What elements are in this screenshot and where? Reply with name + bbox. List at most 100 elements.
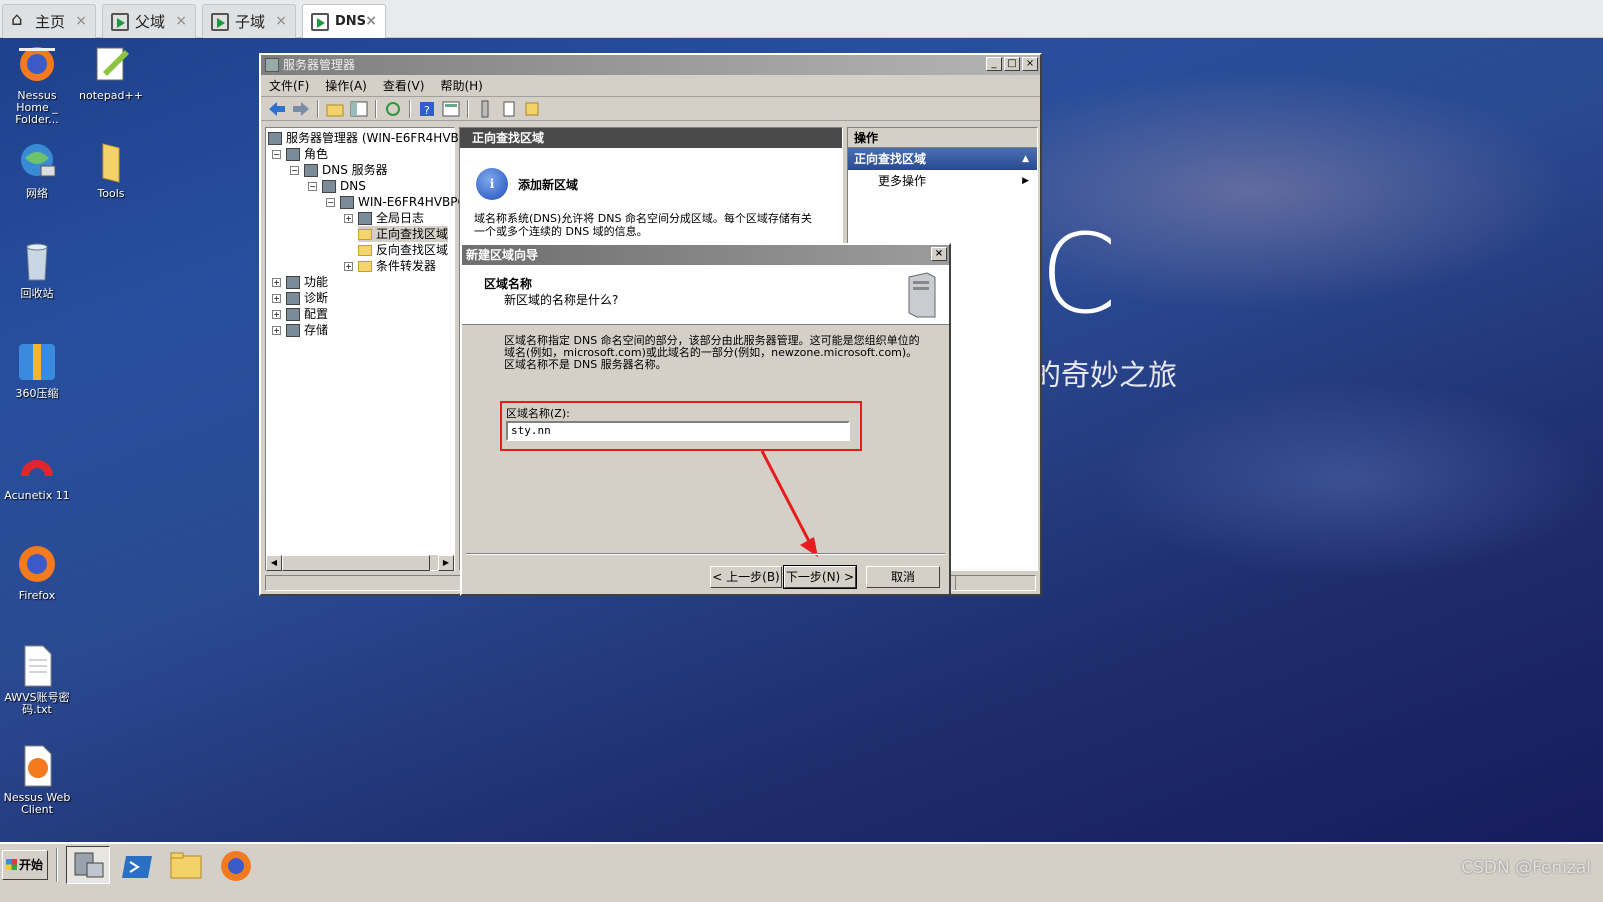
- collapse-icon[interactable]: −: [290, 166, 299, 175]
- menu-view[interactable]: 查看(V): [383, 77, 425, 94]
- window-title: 服务器管理器: [283, 58, 356, 72]
- expand-icon[interactable]: +: [272, 278, 281, 287]
- up-folder-icon[interactable]: [325, 100, 345, 118]
- desktop-icon-notepadpp[interactable]: notepad++: [74, 42, 148, 102]
- cancel-button[interactable]: 取消: [866, 566, 940, 588]
- server-icon[interactable]: [475, 100, 495, 118]
- close-button[interactable]: ×: [1022, 57, 1038, 71]
- properties-icon[interactable]: [441, 100, 461, 118]
- recycle-bin-icon: [15, 240, 59, 284]
- close-icon[interactable]: ×: [75, 13, 87, 29]
- tab-parent-domain[interactable]: 父域 ×: [102, 4, 196, 38]
- page-icon[interactable]: [499, 100, 519, 118]
- tree-item-roles[interactable]: − 角色: [272, 146, 328, 162]
- tree-item-global-log[interactable]: + 全局日志: [344, 210, 424, 226]
- csdn-watermark: CSDN @Fenizal: [1461, 858, 1591, 878]
- menu-file[interactable]: 文件(F): [269, 77, 309, 94]
- desktop-icon-nessus-web[interactable]: Nessus Web Client: [0, 744, 74, 816]
- desktop-icon-firefox[interactable]: Firefox: [0, 542, 74, 602]
- scroll-thumb[interactable]: [282, 555, 430, 571]
- refresh-icon[interactable]: [383, 100, 403, 118]
- firefox-icon: [221, 851, 251, 881]
- next-button[interactable]: 下一步(N) >: [783, 565, 857, 589]
- close-icon[interactable]: ×: [365, 13, 377, 29]
- taskbar-powershell[interactable]: [120, 848, 156, 884]
- actions-section-forward-zone[interactable]: 正向查找区域 ▲: [848, 148, 1037, 170]
- server-icon: [340, 196, 354, 209]
- desktop-icon-network[interactable]: 网络: [0, 140, 74, 200]
- vm-icon: [111, 12, 129, 31]
- tab-home[interactable]: 主页 ×: [2, 4, 96, 38]
- menu-bar: 文件(F) 操作(A) 查看(V) 帮助(H): [261, 75, 1040, 97]
- wallpaper-text: 的奇妙之旅: [1032, 358, 1178, 392]
- firefox-icon: [15, 42, 59, 86]
- tree-item-diagnostics[interactable]: + 诊断: [272, 290, 328, 306]
- expand-icon[interactable]: +: [344, 262, 353, 271]
- taskbar-firefox[interactable]: [218, 848, 254, 884]
- network-globe-icon: [15, 140, 59, 184]
- console-tree-panel: 服务器管理器 (WIN-E6FR4HVBPC − 角色 − DNS 服务器 − DNS…: [265, 127, 474, 571]
- notepadpp-icon: [89, 42, 133, 86]
- collapse-up-icon[interactable]: ▲: [1022, 148, 1029, 170]
- expand-icon[interactable]: +: [272, 310, 281, 319]
- desktop-icon-recycle-bin[interactable]: 回收站: [0, 240, 74, 300]
- back-arrow-icon[interactable]: [267, 100, 287, 118]
- tree-item-host[interactable]: − WIN-E6FR4HVBPCI: [326, 194, 469, 210]
- taskbar-separator: [56, 848, 58, 882]
- desktop-icon-nessus-folder[interactable]: Nessus Home _ Folder...: [0, 42, 74, 126]
- tab-label: 子域: [235, 13, 266, 31]
- tree-item-storage[interactable]: + 存储: [272, 322, 328, 338]
- help-icon[interactable]: ?: [417, 100, 437, 118]
- folder-icon: [170, 852, 202, 879]
- scroll-right-icon[interactable]: ▶: [438, 555, 454, 571]
- maximize-button[interactable]: □: [1004, 57, 1020, 71]
- forward-arrow-icon[interactable]: [291, 100, 311, 118]
- taskbar-server-manager[interactable]: [66, 846, 110, 884]
- diagnostics-icon: [286, 292, 300, 305]
- tree-item-reverse-zone[interactable]: 反向查找区域: [358, 242, 448, 258]
- scroll-left-icon[interactable]: ◀: [266, 555, 282, 571]
- tree-item-features[interactable]: + 功能: [272, 274, 328, 290]
- server-manager-icon: [265, 58, 279, 72]
- desktop-icon-awvs-txt[interactable]: AWVS账号密码.txt: [0, 644, 74, 716]
- show-hide-tree-icon[interactable]: [349, 100, 369, 118]
- tab-dns[interactable]: DNS ×: [302, 4, 386, 38]
- vm-icon: [211, 12, 229, 31]
- collapse-icon[interactable]: −: [272, 150, 281, 159]
- toolbar-separator: [467, 99, 469, 118]
- taskbar-explorer[interactable]: [168, 848, 204, 884]
- export-icon[interactable]: [523, 100, 543, 118]
- horizontal-scrollbar[interactable]: ◀ ▶: [266, 554, 454, 571]
- start-button[interactable]: 开始: [2, 850, 48, 880]
- desktop-icon-acunetix[interactable]: Acunetix 11: [0, 442, 74, 502]
- tree-item-dns-server[interactable]: − DNS 服务器: [290, 162, 388, 178]
- collapse-icon[interactable]: −: [326, 198, 335, 207]
- folder-icon: [358, 245, 372, 256]
- desktop-icon-tools[interactable]: Tools: [74, 140, 148, 200]
- browser-tab-bar: 主页 × 父域 × 子域 × DNS ×: [0, 0, 1603, 38]
- expand-icon[interactable]: +: [344, 214, 353, 223]
- tree-item-configuration[interactable]: + 配置: [272, 306, 328, 322]
- expand-icon[interactable]: +: [272, 326, 281, 335]
- tree-item-forward-zone[interactable]: 正向查找区域: [358, 226, 449, 242]
- dns-server-icon: [304, 164, 318, 177]
- tab-child-domain[interactable]: 子域 ×: [202, 4, 296, 38]
- menu-action[interactable]: 操作(A): [325, 77, 367, 94]
- expand-icon[interactable]: +: [272, 294, 281, 303]
- collapse-icon[interactable]: −: [308, 182, 317, 191]
- close-icon[interactable]: ×: [275, 13, 287, 29]
- tree-item-dns[interactable]: − DNS: [308, 178, 366, 194]
- tab-label: 父域: [135, 13, 166, 31]
- tree-item-conditional-forwarders[interactable]: + 条件转发器: [344, 258, 436, 274]
- close-icon[interactable]: ×: [175, 13, 187, 29]
- toolbar-separator: [409, 99, 411, 118]
- back-button[interactable]: < 上一步(B): [710, 566, 782, 588]
- menu-help[interactable]: 帮助(H): [440, 77, 482, 94]
- action-more-actions[interactable]: 更多操作 ▶: [848, 170, 1037, 192]
- desktop-icon-360zip[interactable]: 360压缩: [0, 340, 74, 400]
- minimize-button[interactable]: _: [986, 57, 1002, 71]
- tree-item-server-manager[interactable]: 服务器管理器 (WIN-E6FR4HVBPC: [268, 130, 474, 146]
- window-titlebar[interactable]: 服务器管理器 _ □ ×: [261, 55, 1040, 75]
- add-zone-title[interactable]: 添加新区域: [518, 176, 578, 193]
- toolbar: ?: [261, 97, 1040, 121]
